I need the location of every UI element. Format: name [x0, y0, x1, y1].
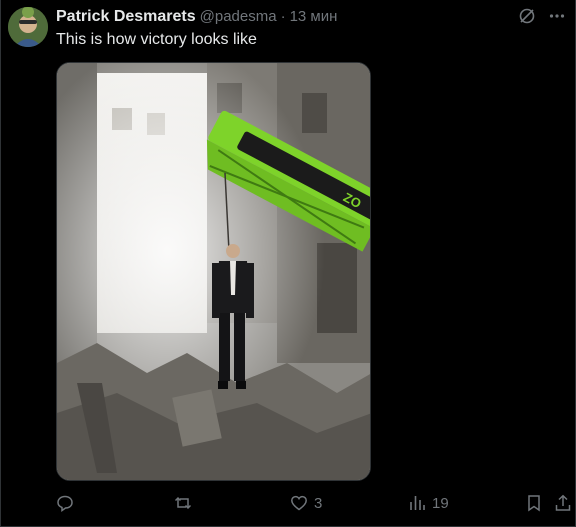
- share-button[interactable]: [554, 492, 572, 514]
- post-text: This is how victory looks like: [56, 31, 257, 48]
- share-icon: [555, 494, 571, 511]
- bookmark-icon: [528, 495, 540, 512]
- like-button[interactable]: 3: [290, 492, 322, 514]
- separator: ·: [280, 8, 286, 25]
- views-button[interactable]: 19: [408, 492, 449, 514]
- post-media[interactable]: ZO: [56, 62, 371, 481]
- like-icon: [291, 495, 307, 511]
- repost-icon: [174, 496, 192, 510]
- more-icon[interactable]: [547, 6, 567, 26]
- reply-icon: [57, 495, 73, 512]
- repost-button[interactable]: [174, 492, 198, 514]
- author-handle[interactable]: @padesma: [200, 8, 277, 25]
- reply-button[interactable]: [56, 492, 80, 514]
- post-top-actions: [517, 6, 567, 26]
- like-count: 3: [314, 494, 323, 512]
- avatar-image: [8, 7, 48, 47]
- bookmark-button[interactable]: [525, 492, 543, 514]
- avatar[interactable]: [8, 7, 48, 47]
- post-time[interactable]: 13 мин: [290, 8, 338, 25]
- views-icon: [410, 496, 425, 510]
- action-bar: 3 19: [56, 492, 576, 514]
- author-name[interactable]: Patrick Desmarets: [56, 8, 196, 26]
- grok-icon[interactable]: [517, 6, 537, 26]
- post-header: Patrick Desmarets @padesma · 13 мин: [56, 8, 337, 28]
- post-card[interactable]: Patrick Desmarets @padesma · 13 мин This…: [0, 0, 576, 527]
- views-count: 19: [432, 494, 449, 512]
- media-image: ZO: [57, 63, 370, 480]
